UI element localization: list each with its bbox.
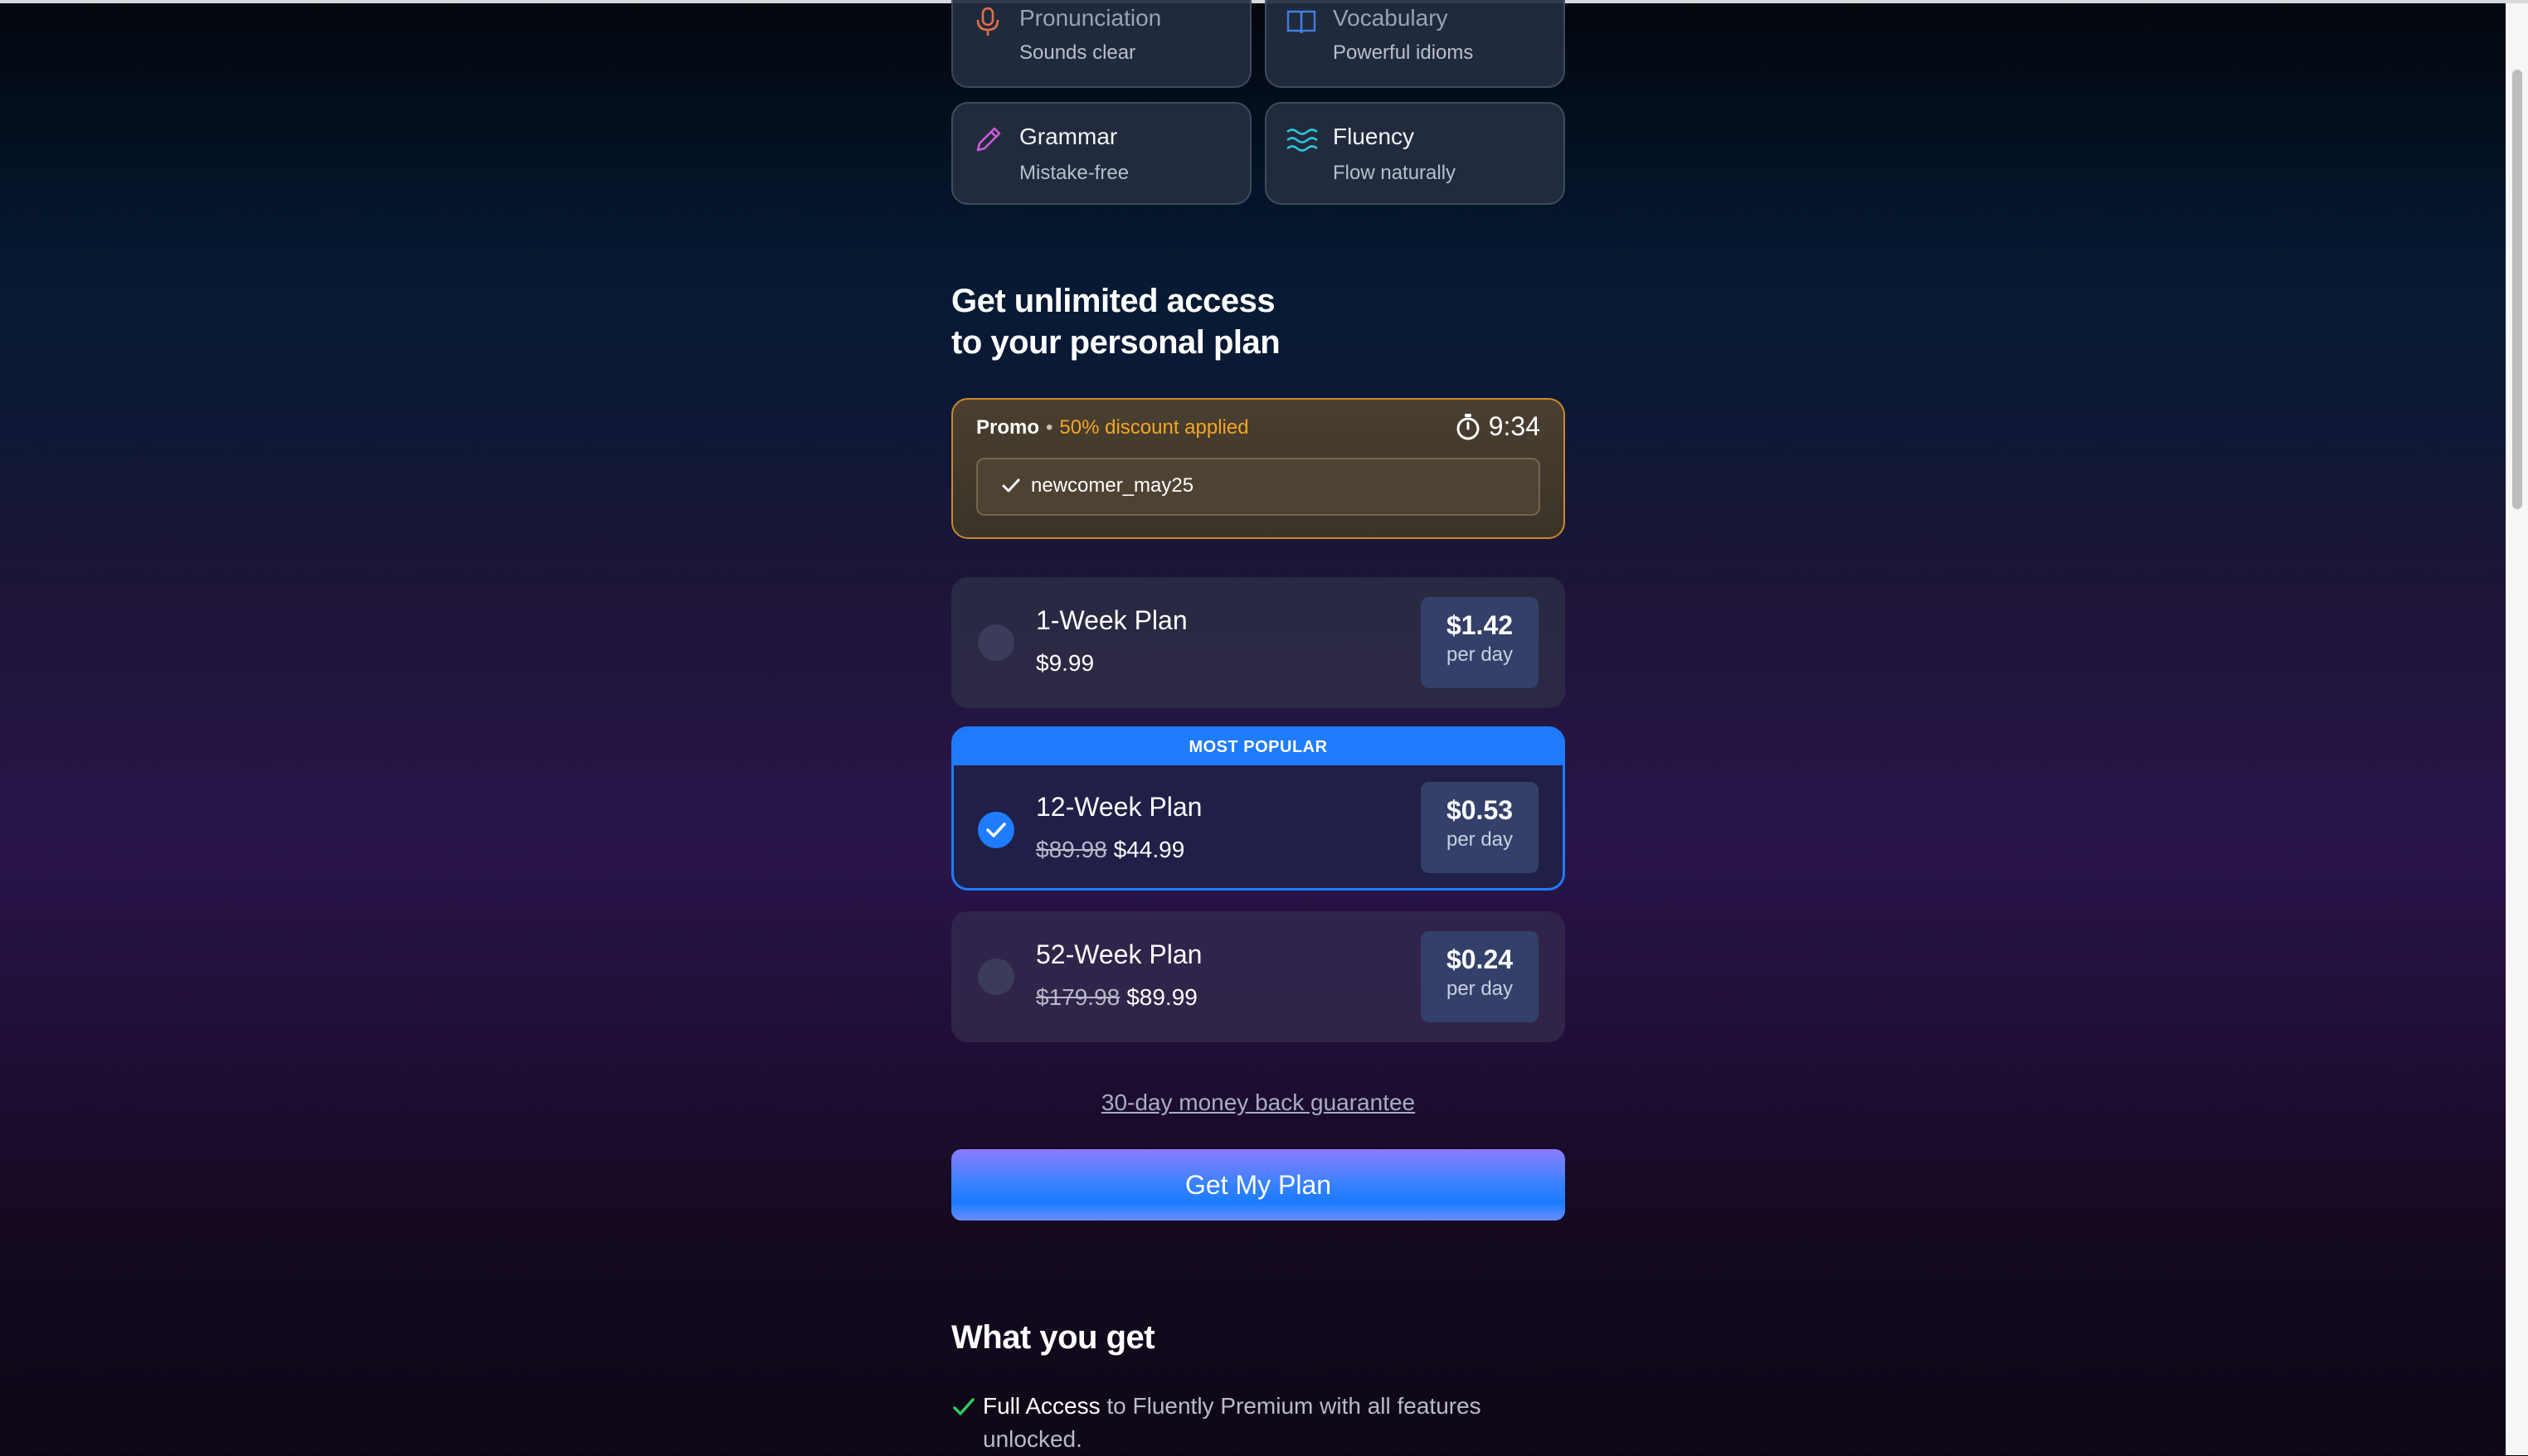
promo-separator: •	[1046, 416, 1053, 439]
feature-title: Vocabulary	[1333, 5, 1448, 31]
plan-option-12-week[interactable]: MOST POPULAR 12-Week Plan $89.98 $44.99 $…	[951, 726, 1565, 891]
benefit-strong: Full Access	[983, 1393, 1101, 1419]
promo-timer-value: 9:34	[1488, 411, 1540, 441]
scrollbar[interactable]	[2506, 3, 2528, 1455]
plan-option-1-week[interactable]: 1-Week Plan $9.99 $1.42 per day	[951, 577, 1565, 708]
plan-per-day-badge: $0.24 per day	[1421, 931, 1539, 1022]
checkmark-icon	[953, 1398, 975, 1415]
plan-current-price: $44.99	[1113, 837, 1185, 862]
promo-box: Promo • 50% discount applied 9:34 newcomer…	[951, 398, 1565, 539]
scrollbar-thumb[interactable]	[2512, 70, 2522, 509]
feature-subtitle: Sounds clear	[1019, 41, 1136, 64]
check-icon	[986, 823, 1006, 837]
plan-radio[interactable]	[978, 959, 1014, 995]
plan-price: $89.98 $44.99	[1036, 837, 1184, 863]
feature-subtitle: Flow naturally	[1333, 162, 1456, 184]
promo-label: Promo	[976, 416, 1040, 439]
offer-heading-line1: Get unlimited access	[951, 283, 1276, 319]
promo-header: Promo • 50% discount applied	[976, 416, 1249, 439]
plan-per-day-amount: $0.53	[1446, 795, 1514, 825]
plan-per-day-unit: per day	[1446, 978, 1514, 1000]
promo-code-value: newcomer_may25	[1031, 474, 1194, 497]
plan-per-day-badge: $0.53 per day	[1421, 782, 1539, 873]
promo-code-field[interactable]: newcomer_may25	[976, 458, 1540, 516]
plan-current-price: $89.99	[1126, 984, 1198, 1010]
plan-name: 52-Week Plan	[1036, 939, 1203, 969]
feature-card-pronunciation: Pronunciation Sounds clear	[951, 0, 1252, 88]
plan-per-day-amount: $0.24	[1446, 944, 1514, 974]
plan-original-price: $89.98	[1036, 837, 1107, 862]
feature-title: Pronunciation	[1019, 5, 1162, 31]
plan-name: 1-Week Plan	[1036, 605, 1188, 635]
feature-title: Grammar	[1019, 124, 1118, 149]
plan-per-day-badge: $1.42 per day	[1421, 597, 1539, 688]
feature-card-fluency: Fluency Flow naturally	[1265, 102, 1565, 205]
promo-timer: 9:34	[1456, 411, 1540, 442]
feature-card-vocabulary: Vocabulary Powerful idioms	[1265, 0, 1565, 88]
stopwatch-icon	[1456, 413, 1480, 439]
feature-card-grammar: Grammar Mistake-free	[951, 102, 1252, 205]
open-book-icon	[1286, 10, 1316, 34]
most-popular-badge: MOST POPULAR	[954, 729, 1563, 765]
plan-price: $9.99	[1036, 650, 1094, 677]
plan-current-price: $9.99	[1036, 650, 1095, 676]
pencil-icon	[976, 127, 1001, 152]
window-top-edge	[0, 0, 2528, 3]
plan-original-price: $179.98	[1036, 984, 1121, 1010]
promo-discount: 50% discount applied	[1059, 416, 1249, 439]
plan-per-day-amount: $1.42	[1446, 610, 1514, 640]
what-you-get-heading: What you get	[951, 1319, 1155, 1356]
get-my-plan-button[interactable]: Get My Plan	[951, 1149, 1565, 1221]
offer-heading: Get unlimited access to your personal pl…	[951, 280, 1281, 363]
benefit-text: Full Access to Fluently Premium with all…	[983, 1390, 1555, 1456]
check-icon	[1002, 478, 1020, 493]
feature-subtitle: Powerful idioms	[1333, 41, 1474, 64]
plan-radio-checked[interactable]	[978, 812, 1014, 848]
plan-radio[interactable]	[978, 624, 1014, 661]
offer-heading-line2: to your personal plan	[951, 324, 1281, 361]
money-back-guarantee-link[interactable]: 30-day money back guarantee	[951, 1090, 1565, 1116]
microphone-icon	[976, 7, 999, 36]
waves-icon	[1286, 129, 1318, 152]
plan-name: 12-Week Plan	[1036, 792, 1203, 822]
plan-option-52-week[interactable]: 52-Week Plan $179.98 $89.99 $0.24 per day	[951, 911, 1565, 1042]
feature-subtitle: Mistake-free	[1019, 162, 1130, 184]
feature-title: Fluency	[1333, 124, 1415, 149]
plan-per-day-unit: per day	[1446, 828, 1514, 851]
plan-price: $179.98 $89.99	[1036, 984, 1198, 1011]
plan-per-day-unit: per day	[1446, 643, 1514, 666]
